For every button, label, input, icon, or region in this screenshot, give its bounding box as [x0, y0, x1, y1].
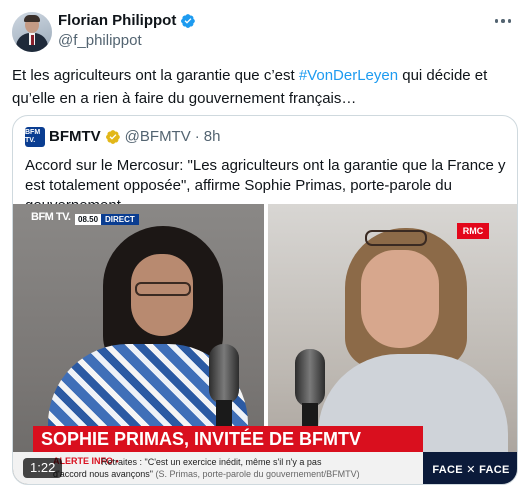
- ticker-line2-text: d'accord nous avançons": [53, 469, 153, 479]
- ticker-attribution: (S. Primas, porte-parole du gouvernement…: [155, 469, 360, 479]
- video-player[interactable]: BFM TV. 08.50 DIRECT RMC SOPHIE PRIMAS, …: [13, 204, 517, 484]
- bfmtv-avatar-label: BFM TV.: [25, 129, 41, 144]
- microphone-icon: [209, 344, 239, 404]
- bfmtv-avatar: BFM TV.: [25, 127, 45, 147]
- quoted-tweet[interactable]: BFM TV. BFMTV @BFMTV · 8h Accord sur le …: [12, 115, 518, 485]
- verified-badge-icon: [181, 14, 196, 28]
- video-headline: SOPHIE PRIMAS, INVITÉE DE BFMTV: [33, 426, 423, 452]
- guest-glasses: [365, 230, 427, 246]
- tweet-text-before: Et les agriculteurs ont la garantie que …: [12, 67, 299, 84]
- quoted-author-name[interactable]: BFMTV: [49, 127, 101, 147]
- news-ticker: ALERTE INFO • Retraites : "C'est un exer…: [13, 452, 423, 484]
- author-name-row: Florian Philippot: [58, 12, 196, 30]
- quoted-separator: ·: [194, 128, 200, 145]
- clock-label: 08.50: [75, 214, 102, 225]
- show-logo: FACE ✕ FACE: [423, 452, 517, 484]
- author-avatar[interactable]: [12, 12, 52, 52]
- hashtag-link[interactable]: #VonDerLeyen: [299, 67, 398, 84]
- quoted-tweet-header: BFM TV. BFMTV @BFMTV · 8h: [25, 127, 220, 147]
- ticker-line2: d'accord nous avançons" (S. Primas, port…: [53, 469, 360, 479]
- more-options-icon[interactable]: [492, 10, 514, 32]
- rmc-logo: RMC: [457, 223, 489, 239]
- author-display-name[interactable]: Florian Philippot: [58, 12, 176, 30]
- quoted-time[interactable]: 8h: [204, 127, 221, 147]
- video-duration: 1:22: [23, 458, 63, 478]
- quoted-author-handle[interactable]: @BFMTV: [125, 127, 191, 147]
- business-verified-icon: [105, 130, 120, 144]
- ticker-text: Retraites : "C'est un exercice inédit, m…: [101, 457, 322, 467]
- tweet: Florian Philippot @f_philippot Et les ag…: [0, 0, 528, 493]
- channel-logo: BFM TV.: [31, 211, 71, 223]
- live-label: DIRECT: [101, 214, 139, 225]
- tweet-text: Et les agriculteurs ont la garantie que …: [12, 64, 512, 110]
- live-tag: 08.50 DIRECT: [75, 214, 139, 225]
- microphone-icon: [295, 349, 325, 407]
- presenter-glasses: [135, 282, 191, 296]
- guest-face: [361, 250, 439, 348]
- author-handle[interactable]: @f_philippot: [58, 32, 142, 50]
